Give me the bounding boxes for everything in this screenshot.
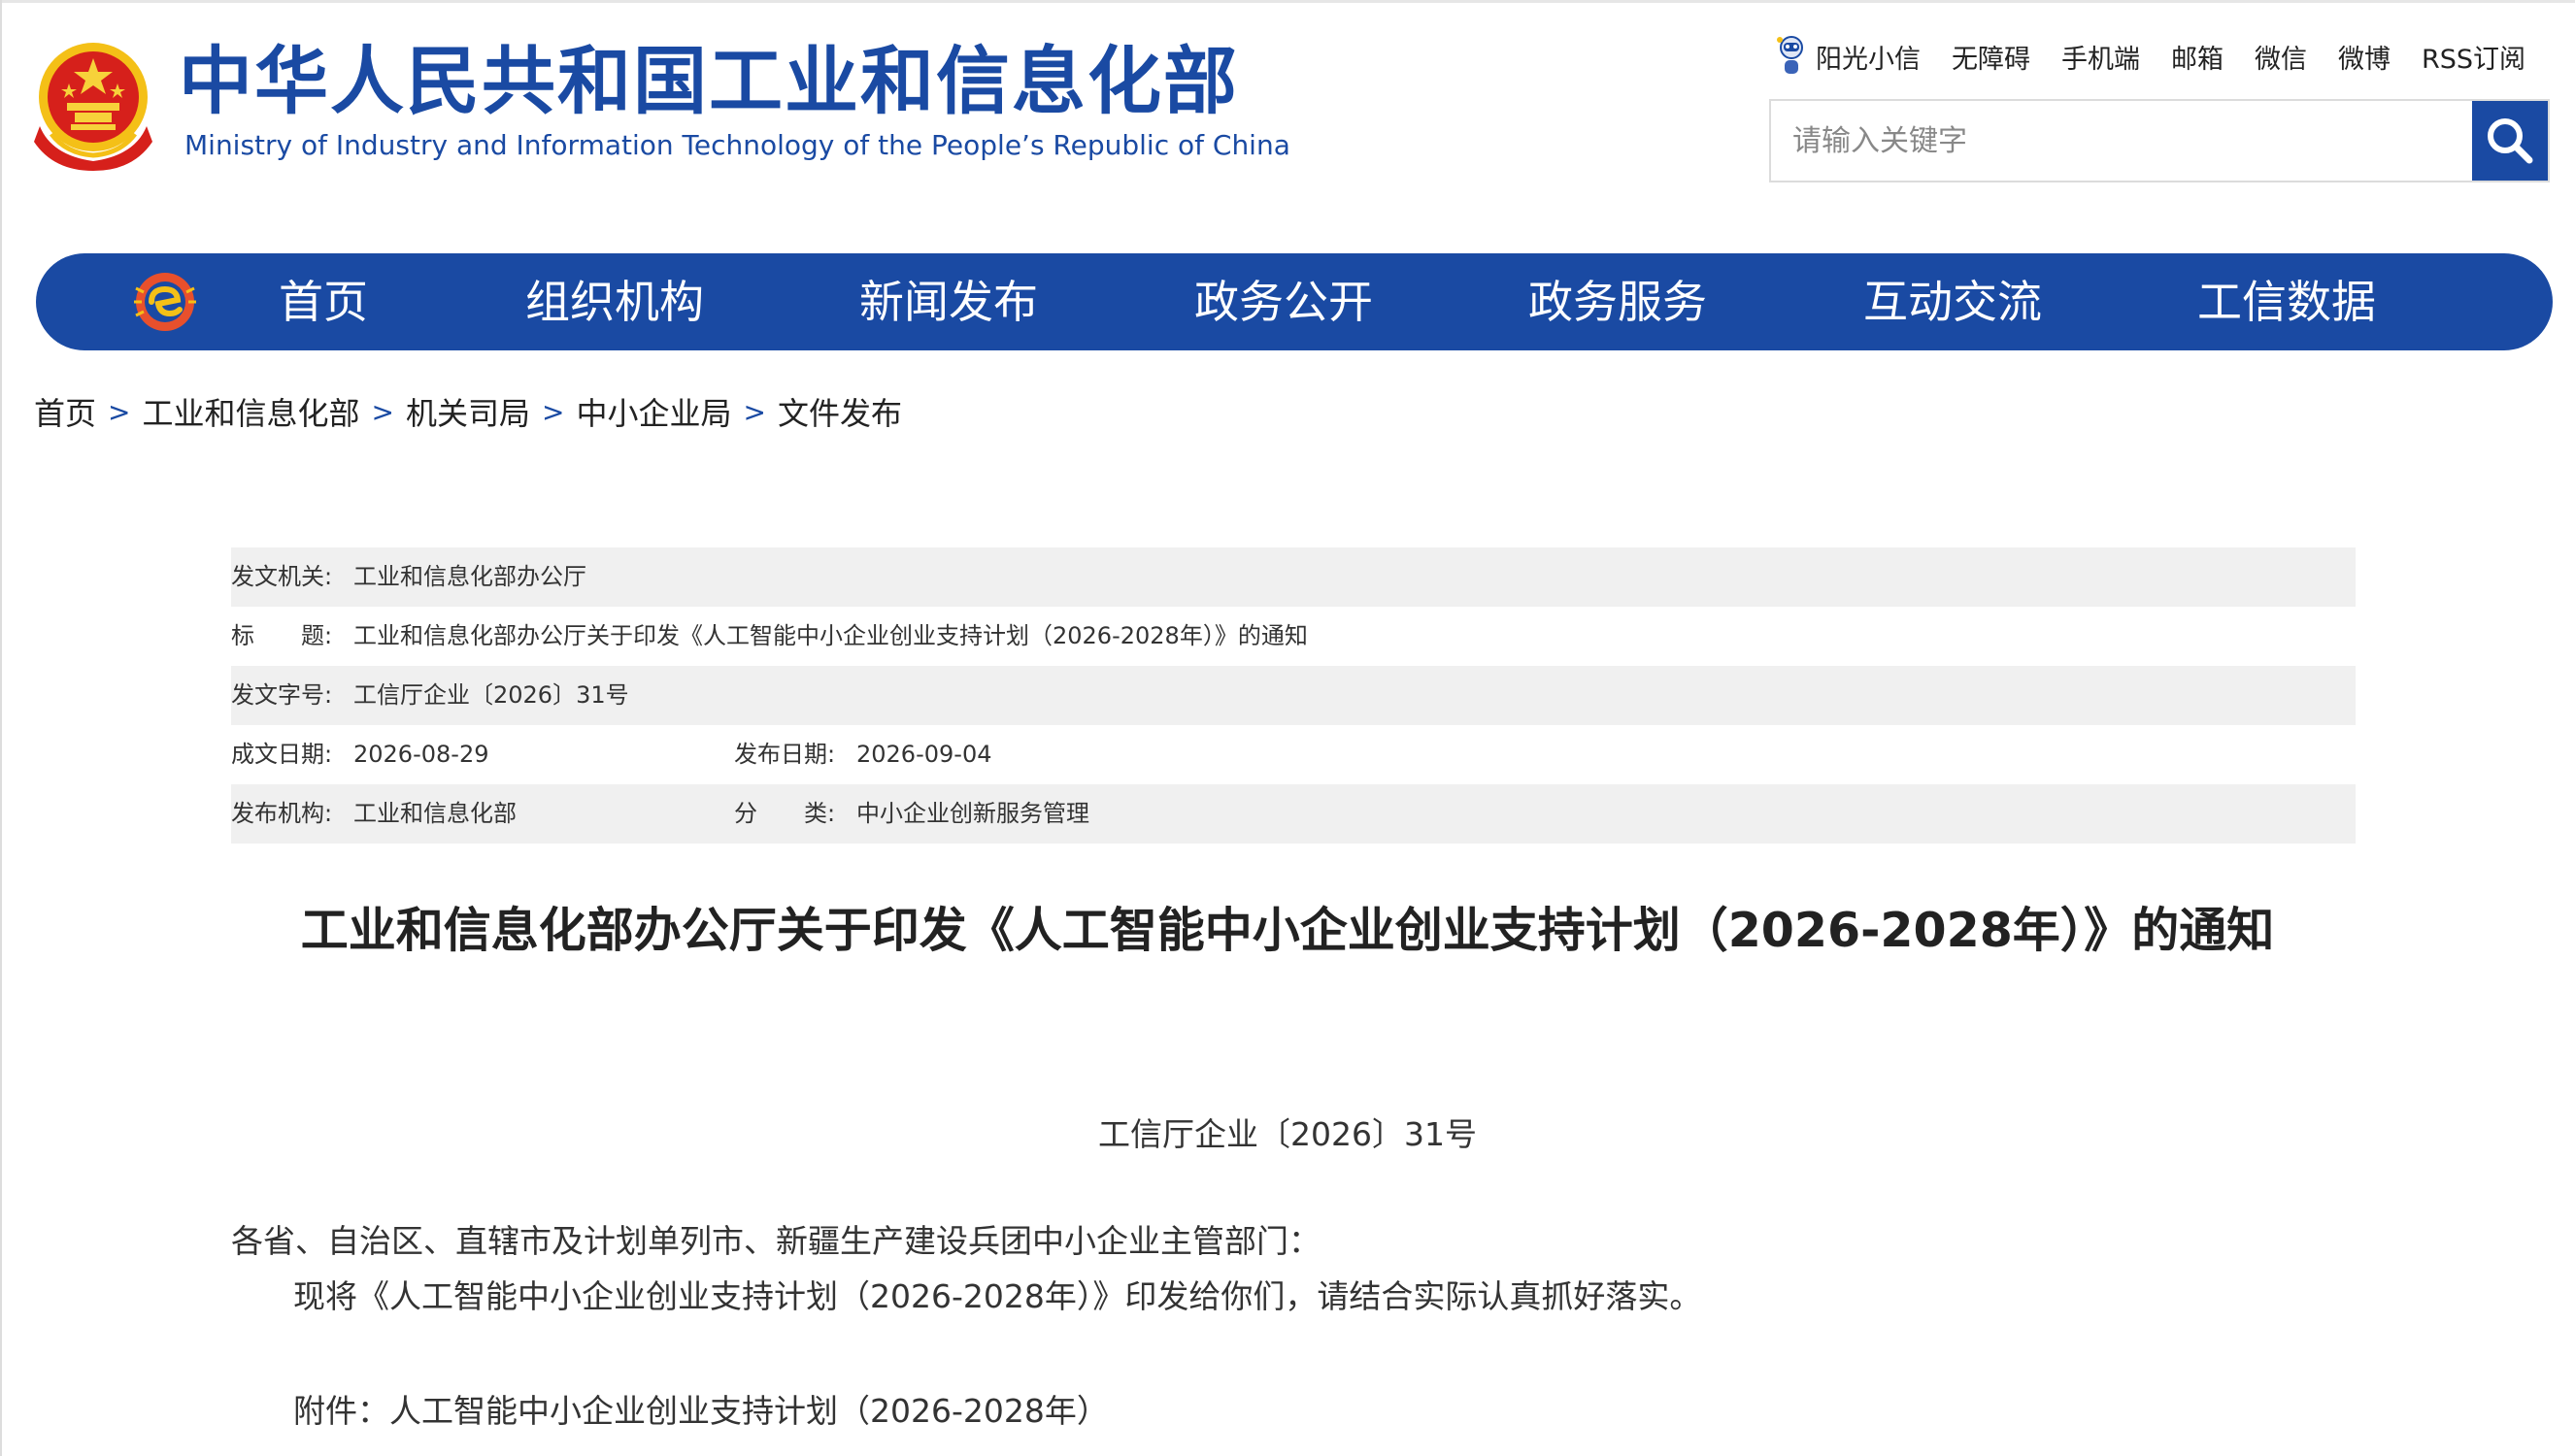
publish-date-label: 发布日期: bbox=[734, 741, 836, 768]
issuer-value: 工业和信息化部办公厅 bbox=[353, 563, 586, 590]
article-body: 现将《人工智能中小企业创业支持计划（2026-2028年）》印发给你们，请结合实… bbox=[293, 1277, 1702, 1315]
breadcrumb-sme-bureau[interactable]: 中小企业局 bbox=[576, 389, 731, 434]
national-emblem-icon bbox=[34, 43, 152, 171]
nav-news[interactable]: 新闻发布 bbox=[859, 253, 1038, 350]
info-row-dates: 成文日期: 2026-08-29 发布日期: 2026-09-04 bbox=[231, 725, 2356, 784]
org-label: 发布机构: bbox=[231, 800, 333, 827]
nav-gov-affairs[interactable]: 政务公开 bbox=[1194, 253, 1373, 350]
breadcrumb-ministry[interactable]: 工业和信息化部 bbox=[142, 389, 359, 434]
org-value: 工业和信息化部 bbox=[353, 800, 517, 827]
robot-icon[interactable] bbox=[1775, 34, 1808, 79]
nav-interaction[interactable]: 互动交流 bbox=[1863, 253, 2042, 350]
search-box bbox=[1769, 99, 2550, 182]
publish-date-value: 2026-09-04 bbox=[856, 741, 992, 768]
issuer-label: 发文机关: bbox=[231, 563, 333, 590]
toplink-accessibility[interactable]: 无障碍 bbox=[1952, 38, 2030, 76]
main-nav: 首页 组织机构 新闻发布 政务公开 政务服务 互动交流 工信数据 bbox=[36, 253, 2553, 350]
category-value: 中小企业创新服务管理 bbox=[856, 800, 1089, 827]
breadcrumb: 首页 > 工业和信息化部 > 机关司局 > 中小企业局 > 文件发布 bbox=[34, 388, 902, 435]
nav-gov-services[interactable]: 政务服务 bbox=[1528, 253, 1707, 350]
doc-no-label: 发文字号: bbox=[231, 681, 333, 709]
top-border bbox=[0, 0, 2575, 3]
toplink-rss[interactable]: RSS订阅 bbox=[2422, 38, 2525, 76]
site-title-cn[interactable]: 中华人民共和国工业和信息化部 bbox=[179, 45, 1239, 118]
search-button[interactable] bbox=[2472, 101, 2548, 181]
document-info-table: 发文机关: 工业和信息化部办公厅 标 题: 工业和信息化部办公厅关于印发《人工智… bbox=[231, 547, 2356, 844]
toplink-sunshine[interactable]: 阳光小信 bbox=[1816, 38, 1921, 76]
toplink-mail[interactable]: 邮箱 bbox=[2171, 38, 2224, 76]
breadcrumb-separator: > bbox=[743, 395, 766, 428]
search-input[interactable] bbox=[1771, 101, 2466, 181]
toplink-mobile[interactable]: 手机端 bbox=[2061, 38, 2140, 76]
info-row-title: 标 题: 工业和信息化部办公厅关于印发《人工智能中小企业创业支持计划（2026-… bbox=[231, 607, 2356, 666]
nav-data[interactable]: 工信数据 bbox=[2197, 253, 2376, 350]
breadcrumb-home[interactable]: 首页 bbox=[34, 389, 96, 434]
written-date-label: 成文日期: bbox=[231, 741, 333, 768]
info-row-doc-no: 发文字号: 工信厅企业〔2026〕31号 bbox=[231, 666, 2356, 725]
breadcrumb-separator: > bbox=[108, 395, 131, 428]
article-attachment[interactable]: 附件：人工智能中小企业创业支持计划（2026-2028年） bbox=[293, 1391, 1109, 1433]
breadcrumb-departments[interactable]: 机关司局 bbox=[406, 389, 530, 434]
title-value: 工业和信息化部办公厅关于印发《人工智能中小企业创业支持计划（2026-2028年… bbox=[353, 622, 1308, 649]
nav-home[interactable]: 首页 bbox=[279, 253, 368, 350]
written-date-value: 2026-08-29 bbox=[353, 741, 489, 768]
doc-no-value: 工信厅企业〔2026〕31号 bbox=[353, 681, 629, 709]
site-title-en[interactable]: Ministry of Industry and Information Tec… bbox=[184, 132, 1290, 159]
toplink-weibo[interactable]: 微博 bbox=[2338, 38, 2391, 76]
info-row-org: 发布机构: 工业和信息化部 分 类: 中小企业创新服务管理 bbox=[231, 784, 2356, 844]
breadcrumb-separator: > bbox=[371, 395, 394, 428]
side-border bbox=[0, 0, 2, 1456]
breadcrumb-separator: > bbox=[541, 395, 565, 428]
nav-logo-icon[interactable] bbox=[130, 269, 200, 335]
info-row-issuer: 发文机关: 工业和信息化部办公厅 bbox=[231, 547, 2356, 607]
category-label: 分 类: bbox=[734, 800, 836, 827]
breadcrumb-documents[interactable]: 文件发布 bbox=[778, 389, 902, 434]
toplink-wechat[interactable]: 微信 bbox=[2255, 38, 2307, 76]
article-title: 工业和信息化部办公厅关于印发《人工智能中小企业创业支持计划（2026-2028年… bbox=[300, 903, 2275, 958]
top-links: 阳光小信 无障碍 手机端 邮箱 微信 微博 RSS订阅 bbox=[1775, 34, 2525, 79]
nav-organization[interactable]: 组织机构 bbox=[525, 253, 704, 350]
article-recipients: 各省、自治区、直辖市及计划单列市、新疆生产建设兵团中小企业主管部门： bbox=[231, 1222, 1321, 1260]
article-doc-number: 工信厅企业〔2026〕31号 bbox=[1098, 1115, 1477, 1153]
title-label: 标 题: bbox=[231, 622, 333, 649]
search-icon bbox=[2488, 118, 2533, 164]
